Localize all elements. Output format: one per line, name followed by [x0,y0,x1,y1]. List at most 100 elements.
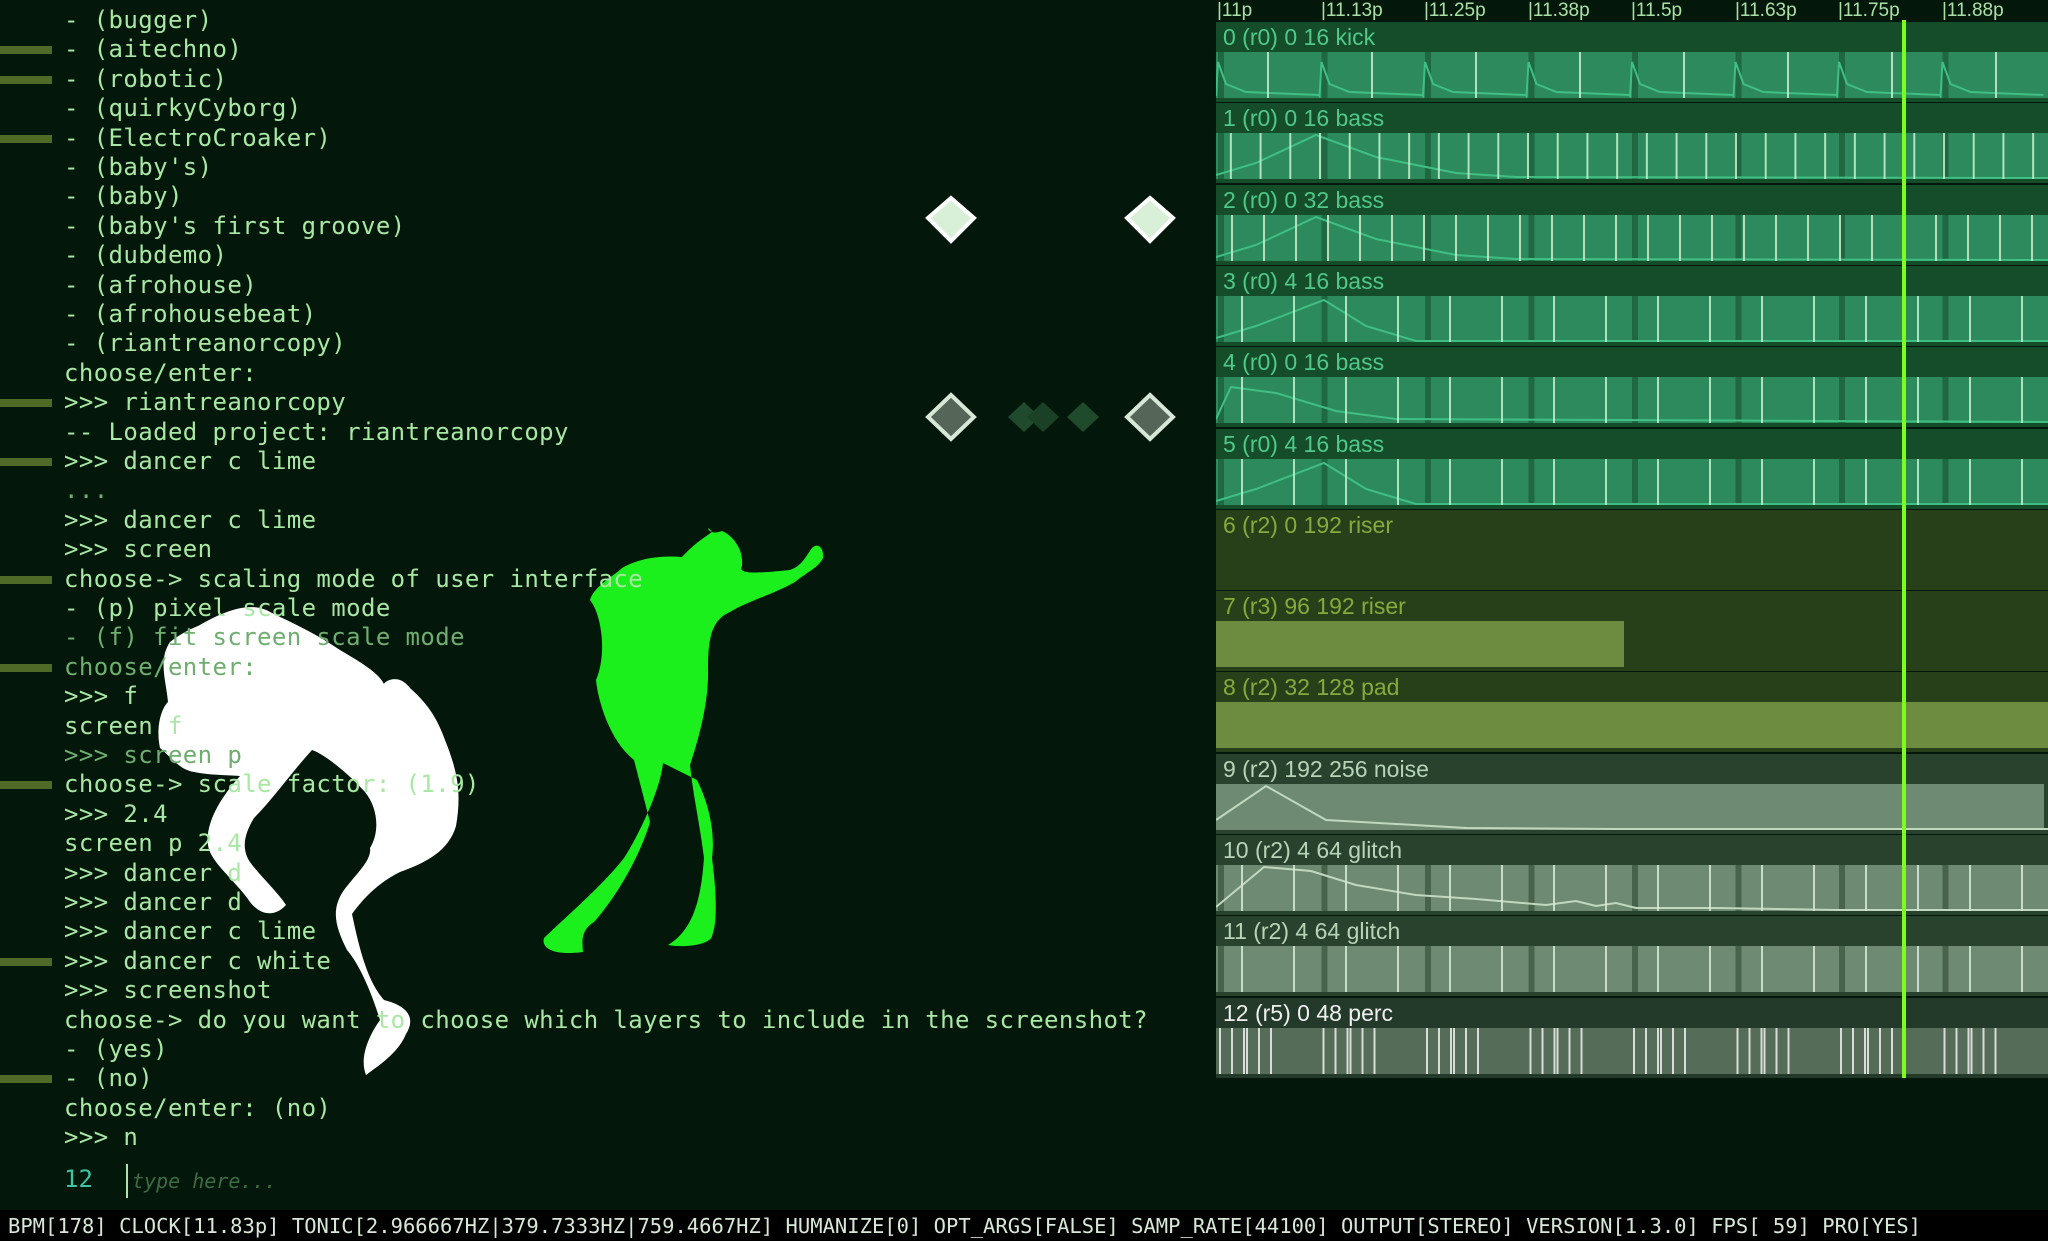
console-line: >>> riantreanorcopy [64,388,347,416]
track-row[interactable]: 9 (r2) 192 256 noise [1216,754,2048,834]
ruler-tick: |11.38p [1528,0,1590,21]
ruler-tick: |11.5p [1631,0,1683,21]
track-row[interactable]: 7 (r3) 96 192 riser [1216,591,2048,671]
track-row[interactable]: 10 (r2) 4 64 glitch [1216,835,2048,915]
track-clip[interactable] [1216,946,2048,992]
console-line: - (robotic) [64,65,228,93]
playhead[interactable] [1902,20,1906,1078]
track-clip[interactable] [1216,459,2048,505]
track-label: 9 (r2) 192 256 noise [1223,756,1429,782]
console-line: >>> f [64,682,139,710]
gutter-marker [0,399,52,407]
console-line: - (quirkyCyborg) [64,94,302,122]
console-line: - (bugger) [64,6,213,34]
track-row[interactable]: 4 (r0) 0 16 bass [1216,347,2048,427]
app-window: - (bugger) - (aitechno) - (robotic) - (quir… [0,0,2048,1241]
console-line: - (baby's) [64,153,213,181]
gutter-marker [0,46,52,54]
track-clip[interactable] [1216,540,2048,586]
status-text: BPM[178] CLOCK[11.83p] TONIC[2.966667HZ|… [8,1214,1922,1238]
ruler-tick: |11.13p [1321,0,1383,21]
console-line: choose-> scaling mode of user interface [64,565,644,593]
track-clip[interactable] [1216,133,2048,179]
console-line: choose-> do you want to choose which lay… [64,1006,1148,1034]
track-row[interactable]: 0 (r0) 0 16 kick [1216,22,2048,102]
console-line: - (baby's first groove) [64,212,406,240]
console-line: >>> 2.4 [64,800,168,828]
console-line: - (aitechno) [64,35,243,63]
track-clip[interactable] [1216,52,2048,98]
track-label: 4 (r0) 0 16 bass [1223,349,1385,375]
track-row[interactable]: 6 (r2) 0 192 riser [1216,510,2048,590]
status-bar: BPM[178] CLOCK[11.83p] TONIC[2.966667HZ|… [0,1210,2048,1241]
ruler-tick: |11.88p [1942,0,2004,21]
console-line: choose/enter: [64,359,258,387]
console-line: -- Loaded project: riantreanorcopy [64,418,569,446]
track-label: 7 (r3) 96 192 riser [1223,593,1406,619]
console-line: - (baby) [64,182,183,210]
track-label: 3 (r0) 4 16 bass [1223,268,1385,294]
gutter-marker [0,781,52,789]
gutter-marker [0,135,52,143]
track-row[interactable]: 3 (r0) 4 16 bass [1216,266,2048,346]
track-row[interactable]: 5 (r0) 4 16 bass [1216,429,2048,509]
console-line: >>> screenshot [64,976,272,1004]
console-line: - (yes) [64,1035,168,1063]
track-clip[interactable] [1216,702,2048,748]
console-line: >>> dancer c lime [64,447,317,475]
console-line: - (dubdemo) [64,241,228,269]
console-line: - (riantreanorcopy) [64,329,347,357]
gutter-marker [0,1075,52,1083]
console-line: choose-> scale factor: (1.9) [64,770,480,798]
track-clip[interactable] [1216,1028,2048,1074]
console-line: - (p) pixel scale mode [64,594,391,622]
track-label: 11 (r2) 4 64 glitch [1223,918,1401,944]
track-label: 8 (r2) 32 128 pad [1223,674,1400,700]
console-line: ... [64,476,109,504]
console-line: >>> dancer c lime [64,506,317,534]
console-line: >>> dancer d [64,859,243,887]
console-line: screen f [64,712,183,740]
console-panel: - (bugger) - (aitechno) - (robotic) - (quir… [0,0,1200,1200]
console-line: >>> dancer d [64,888,243,916]
ruler-tick: |11.63p [1735,0,1797,21]
track-row[interactable]: 12 (r5) 0 48 perc [1216,998,2048,1078]
console-line: >>> dancer c lime [64,917,317,945]
console-line: screen p 2.4 [64,829,243,857]
console-line: choose/enter: (no) [64,1094,332,1122]
track-label: 0 (r0) 0 16 kick [1223,24,1376,50]
ruler-tick: |11.25p [1424,0,1486,21]
track-row[interactable]: 2 (r0) 0 32 bass [1216,185,2048,265]
track-label: 1 (r0) 0 16 bass [1223,105,1385,131]
gutter-marker [0,576,52,584]
track-clip[interactable] [1216,621,2048,667]
console-line: - (afrohousebeat) [64,300,317,328]
console-line: - (f) fit screen scale mode [64,623,465,651]
track-row[interactable]: 1 (r0) 0 16 bass [1216,103,2048,183]
track-label: 5 (r0) 4 16 bass [1223,431,1385,457]
console-line: >>> dancer c white [64,947,332,975]
track-row[interactable]: 11 (r2) 4 64 glitch [1216,916,2048,996]
track-label: 12 (r5) 0 48 perc [1223,1000,1394,1026]
track-clip[interactable] [1216,865,2048,911]
console-line: - (ElectroCroaker) [64,124,332,152]
track-clip[interactable] [1216,296,2048,342]
ruler-tick: |11p [1217,0,1253,21]
gutter-marker [0,76,52,84]
console-line: >>> screen [64,535,213,563]
console-line: >>> screen p [64,741,243,769]
track-clip[interactable] [1216,784,2048,830]
gutter-marker [0,958,52,966]
gutter-marker [0,458,52,466]
track-label: 6 (r2) 0 192 riser [1223,512,1394,538]
console-line: >>> n [64,1123,139,1151]
gutter-marker [0,664,52,672]
sequencer-timeline: |11p |11.13p |11.25p |11.38p |11.5p |11.63p |1… [1216,0,2048,1080]
console-line: - (no) [64,1064,154,1092]
track-clip[interactable] [1216,377,2048,423]
console-line: choose/enter: [64,653,258,681]
track-row[interactable]: 8 (r2) 32 128 pad [1216,672,2048,752]
track-clip[interactable] [1216,215,2048,261]
ruler-tick: |11.75p [1838,0,1900,21]
track-label: 10 (r2) 4 64 glitch [1223,837,1402,863]
